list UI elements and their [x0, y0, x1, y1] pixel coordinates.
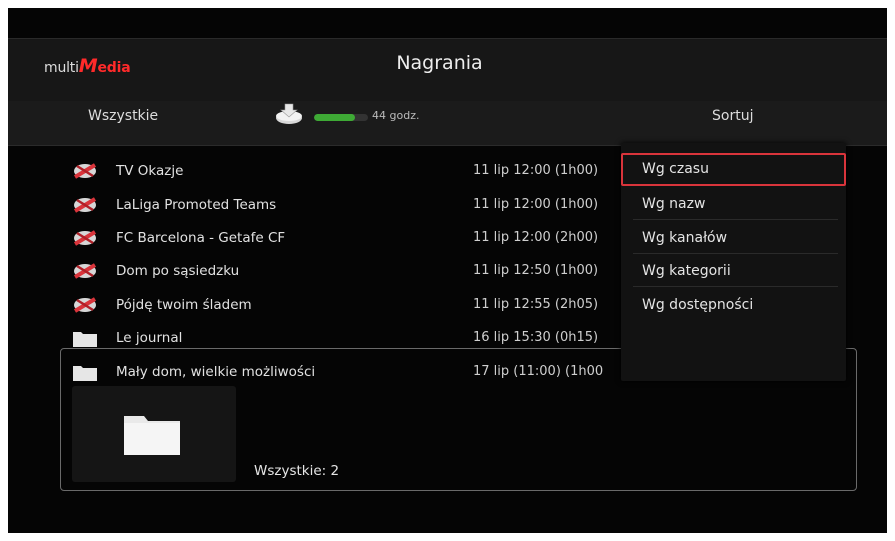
recording-time: 11 lip 12:00 (1h00) — [473, 163, 599, 178]
recording-icon — [73, 263, 97, 279]
sort-option-availability[interactable]: Wg dostępności — [621, 289, 846, 322]
recording-time: 11 lip 12:00 (2h00) — [473, 230, 599, 245]
disk-icon — [276, 103, 302, 124]
page-title: Nagrania — [396, 52, 483, 74]
folder-row-selected[interactable]: Mały dom, wielkie możliwości 17 lip (11:… — [72, 359, 632, 385]
sort-option-label: Wg kanałów — [642, 230, 728, 246]
sort-option-label: Wg czasu — [642, 161, 709, 177]
recording-row[interactable]: LaLiga Promoted Teams 11 lip 12:00 (1h00… — [72, 192, 632, 218]
recording-icon — [73, 230, 97, 246]
recording-time: 11 lip 12:55 (2h05) — [473, 297, 599, 312]
recording-time: 11 lip 12:00 (1h00) — [473, 197, 599, 212]
folder-row[interactable]: Le journal 16 lip 15:30 (0h15) — [72, 325, 632, 351]
storage-bar — [314, 114, 368, 121]
sort-button[interactable]: Sortuj — [712, 108, 753, 124]
recording-icon — [73, 297, 97, 313]
recording-title: TV Okazje — [116, 163, 184, 179]
recording-title: Pójdę twoim śladem — [116, 297, 252, 313]
sort-option-label: Wg nazw — [642, 196, 706, 212]
sort-menu: Wg czasu Wg nazw Wg kanałów Wg kategorii… — [621, 143, 846, 381]
folder-time: 16 lip 15:30 (0h15) — [473, 330, 599, 345]
recording-row[interactable]: TV Okazje 11 lip 12:00 (1h00) — [72, 158, 632, 184]
folder-title: Le journal — [116, 330, 183, 346]
storage-remaining: 44 godz. — [372, 109, 420, 122]
recording-row[interactable]: FC Barcelona - Getafe CF 11 lip 12:00 (2… — [72, 225, 632, 251]
folder-count: Wszystkie: 2 — [254, 463, 340, 479]
recording-icon — [73, 197, 97, 213]
sort-option-label: Wg dostępności — [642, 297, 754, 313]
sort-option-channel[interactable]: Wg kanałów — [621, 222, 846, 255]
storage-fill — [314, 114, 355, 121]
folder-icon — [124, 416, 180, 455]
recording-title: LaLiga Promoted Teams — [116, 197, 277, 213]
folder-icon — [73, 332, 97, 347]
folder-time: 17 lip (11:00) (1h00 — [473, 364, 604, 379]
sort-option-name[interactable]: Wg nazw — [621, 188, 846, 221]
recording-time: 11 lip 12:50 (1h00) — [473, 263, 599, 278]
folder-title: Mały dom, wielkie możliwości — [116, 364, 316, 380]
sort-option-time[interactable]: Wg czasu — [621, 153, 846, 186]
recording-title: FC Barcelona - Getafe CF — [116, 230, 286, 246]
recording-icon — [73, 163, 97, 179]
recording-title: Dom po sąsiedzku — [116, 263, 240, 279]
recording-row[interactable]: Pójdę twoim śladem 11 lip 12:55 (2h05) — [72, 292, 632, 318]
sort-option-category[interactable]: Wg kategorii — [621, 255, 846, 288]
folder-icon — [73, 366, 97, 381]
recording-row[interactable]: Dom po sąsiedzku 11 lip 12:50 (1h00) — [72, 258, 632, 284]
sort-option-label: Wg kategorii — [642, 263, 731, 279]
filter-all-button[interactable]: Wszystkie — [88, 108, 158, 124]
